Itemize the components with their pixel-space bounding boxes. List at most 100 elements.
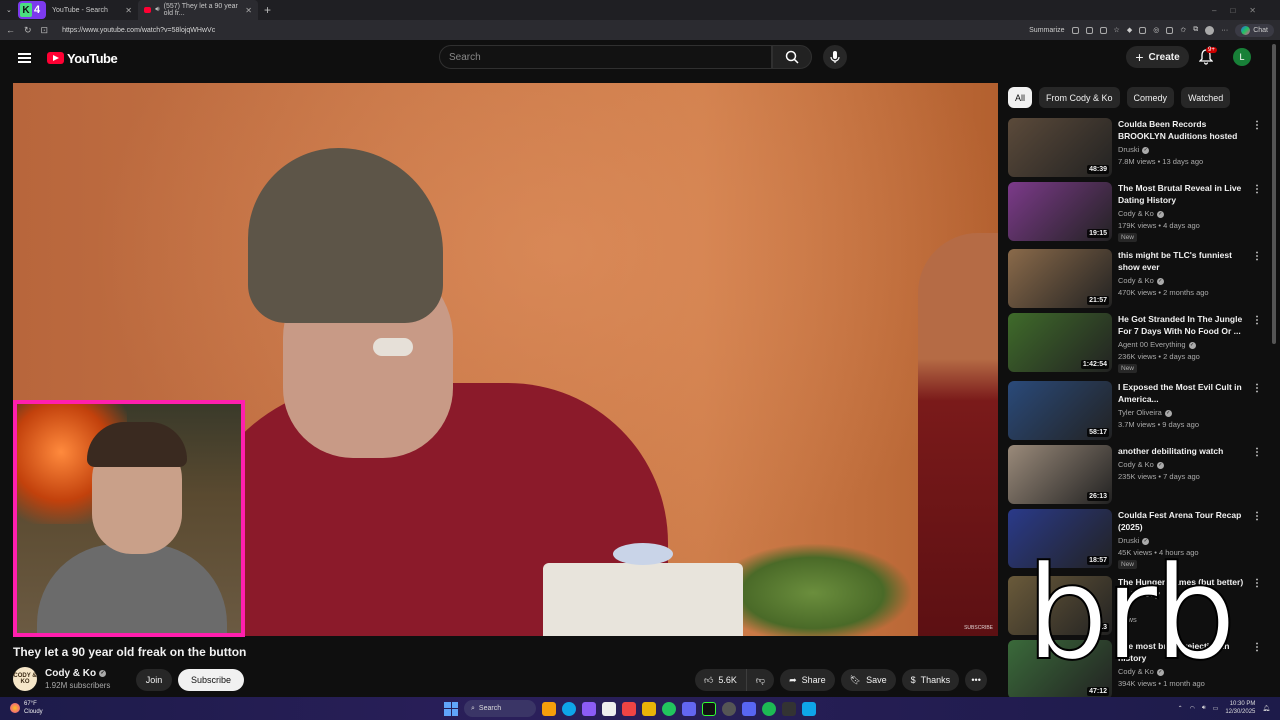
scrollbar[interactable] [1272, 44, 1276, 344]
voice-search-button[interactable] [823, 45, 847, 69]
more-menu-icon[interactable]: ··· [1221, 27, 1228, 34]
store-icon[interactable] [602, 701, 616, 716]
obs-icon[interactable] [722, 701, 736, 716]
refresh-icon[interactable]: ↻ [24, 25, 32, 36]
subscribe-watermark[interactable]: SUBSCRIBE [964, 625, 993, 631]
url-field[interactable]: https://www.youtube.com/watch?v=58lojqWH… [62, 27, 215, 34]
copilot-icon[interactable]: ◎ [1153, 26, 1159, 34]
more-vertical-icon[interactable]: ⋮ [1252, 120, 1262, 131]
more-vertical-icon[interactable]: ⋮ [1252, 511, 1262, 522]
chrome-icon[interactable] [662, 701, 676, 716]
close-tab-icon[interactable]: ✕ [245, 6, 252, 15]
favorite-star-icon[interactable]: ☆ [1114, 26, 1120, 34]
recommendation-title[interactable]: this might be TLC's funniest show ever [1118, 249, 1246, 273]
edge-icon[interactable] [562, 701, 576, 716]
app-icon[interactable] [622, 701, 636, 716]
video-thumbnail[interactable]: 26:13 [1008, 445, 1112, 504]
recommendation-channel[interactable]: Cody & Ko ✓ [1118, 209, 1164, 218]
close-tab-icon[interactable]: ✕ [125, 6, 132, 15]
recommendation-card[interactable]: 21:57 this might be TLC's funniest show e… [1008, 249, 1266, 311]
dislike-button[interactable]: 👎︎ [746, 669, 775, 691]
video-thumbnail[interactable]: 58:17 [1008, 381, 1112, 440]
profile-avatar-icon[interactable] [1205, 25, 1215, 35]
filter-chip[interactable]: All [1008, 87, 1033, 108]
recommendation-title[interactable]: Coulda Fest Arena Tour Recap (2025) [1118, 509, 1246, 533]
site-info-icon[interactable]: ⊡ [41, 25, 49, 36]
create-button[interactable]: + Create [1126, 46, 1189, 68]
more-actions-button[interactable]: ••• [965, 669, 988, 691]
filter-chip[interactable]: Watched [1181, 87, 1231, 108]
join-button[interactable]: Join [136, 669, 172, 691]
account-avatar[interactable]: L [1233, 48, 1251, 66]
recommendation-card[interactable]: 26:13 another debilitating watch Cody & Ko… [1008, 445, 1266, 507]
collections-icon[interactable]: ⧉ [1193, 26, 1198, 34]
filter-chip[interactable]: From Cody & Ko [1039, 87, 1120, 108]
weather-widget[interactable]: 67°F Cloudy [10, 700, 43, 716]
recommendation-channel[interactable]: Agent 00 Everything ✓ [1118, 340, 1196, 349]
clock[interactable]: 10:30 PM 12/30/2025 [1225, 700, 1255, 716]
more-vertical-icon[interactable]: ⋮ [1252, 447, 1262, 458]
search-input[interactable]: Search [439, 45, 772, 69]
file-explorer-icon[interactable] [642, 701, 656, 716]
app-icon[interactable] [682, 701, 696, 716]
window-controls[interactable]: –□✕ [1212, 6, 1280, 15]
notifications-icon[interactable]: 🔔︎ [1262, 705, 1270, 712]
recommendation-card[interactable]: 48:39 Coulda Been Records BROOKLYN Auditi… [1008, 118, 1266, 180]
chat-button[interactable]: Chat [1235, 23, 1274, 37]
save-button[interactable]: 🔖︎ Save [840, 669, 896, 691]
more-vertical-icon[interactable]: ⋮ [1252, 251, 1262, 262]
recommendation-channel[interactable]: Cody & Ko ✓ [1118, 276, 1164, 285]
windows-start-icon[interactable] [444, 701, 458, 716]
search-button[interactable] [772, 45, 812, 69]
split-screen-icon[interactable] [1166, 26, 1174, 34]
copilot-app-icon[interactable] [582, 701, 596, 716]
recommendation-title[interactable]: The Most Brutal Reveal in Live Dating Hi… [1118, 182, 1246, 206]
filter-chip[interactable]: Comedy [1126, 87, 1175, 108]
spotify-icon[interactable] [762, 701, 776, 716]
tab-list-icon[interactable]: ⌄ [6, 6, 14, 14]
new-tab-icon[interactable]: + [258, 3, 271, 17]
volume-icon[interactable]: 🔊︎ [1202, 705, 1206, 712]
recommendation-channel[interactable]: Cody & Ko ✓ [1118, 460, 1164, 469]
recommendation-title[interactable]: I Exposed the Most Evil Cult in America.… [1118, 381, 1246, 405]
reader-icon[interactable] [1085, 26, 1093, 34]
recommendation-title[interactable]: He Got Stranded In The Jungle For 7 Days… [1118, 313, 1246, 337]
youtube-logo[interactable]: YouTube [47, 51, 118, 66]
channel-name[interactable]: Cody & Ko ✓ [45, 668, 107, 679]
video-thumbnail[interactable]: 48:39 [1008, 118, 1112, 177]
speaker-icon[interactable]: 🔊︎ [155, 6, 159, 14]
video-thumbnail[interactable]: 19:15 [1008, 182, 1112, 241]
recommendation-card[interactable]: 19:15 The Most Brutal Reveal in Live Dati… [1008, 182, 1266, 244]
app-icon[interactable] [782, 701, 796, 716]
extension-icon[interactable] [1139, 26, 1147, 34]
recommendation-title[interactable]: Coulda Been Records BROOKLYN Auditions h… [1118, 118, 1246, 142]
summarize-button[interactable]: Summarize [1029, 27, 1064, 34]
more-vertical-icon[interactable]: ⋮ [1252, 315, 1262, 326]
extension-icon[interactable]: ◆ [1127, 26, 1132, 34]
video-thumbnail[interactable]: 1:42:54 [1008, 313, 1112, 372]
app-icon[interactable] [802, 701, 816, 716]
recommendation-title[interactable]: another debilitating watch [1118, 445, 1246, 457]
recommendation-card[interactable]: 58:17 I Exposed the Most Evil Cult in Ame… [1008, 381, 1266, 443]
share-button[interactable]: ➦ Share [780, 669, 835, 691]
recommendation-card[interactable]: 1:42:54 He Got Stranded In The Jungle For… [1008, 313, 1266, 375]
back-icon[interactable]: ← [6, 25, 15, 36]
discord-icon[interactable] [742, 701, 756, 716]
tab-current-video[interactable]: 🔊︎ (557) They let a 90 year old fr... ✕ [138, 0, 258, 20]
channel-avatar[interactable]: CODY & KO [13, 667, 37, 691]
subscribe-button[interactable]: Subscribe [178, 669, 244, 691]
recommendation-channel[interactable]: Tyler Oliveira ✓ [1118, 408, 1172, 417]
more-vertical-icon[interactable]: ⋮ [1252, 184, 1262, 195]
thanks-button[interactable]: $ Thanks [901, 669, 960, 691]
more-vertical-icon[interactable]: ⋮ [1252, 383, 1262, 394]
favorites-icon[interactable]: ✩ [1180, 26, 1186, 34]
task-view-icon[interactable] [542, 701, 556, 716]
more-vertical-icon[interactable]: ⋮ [1252, 578, 1262, 589]
taskbar-search[interactable]: ⌕ Search [464, 700, 536, 717]
more-vertical-icon[interactable]: ⋮ [1252, 642, 1262, 653]
zoom-icon[interactable] [1099, 26, 1107, 34]
battery-icon[interactable]: ▭ [1213, 705, 1219, 712]
screenshot-icon[interactable] [1071, 26, 1079, 34]
video-thumbnail[interactable]: 21:57 [1008, 249, 1112, 308]
like-button[interactable]: 👍︎ 5.6K [695, 669, 747, 691]
